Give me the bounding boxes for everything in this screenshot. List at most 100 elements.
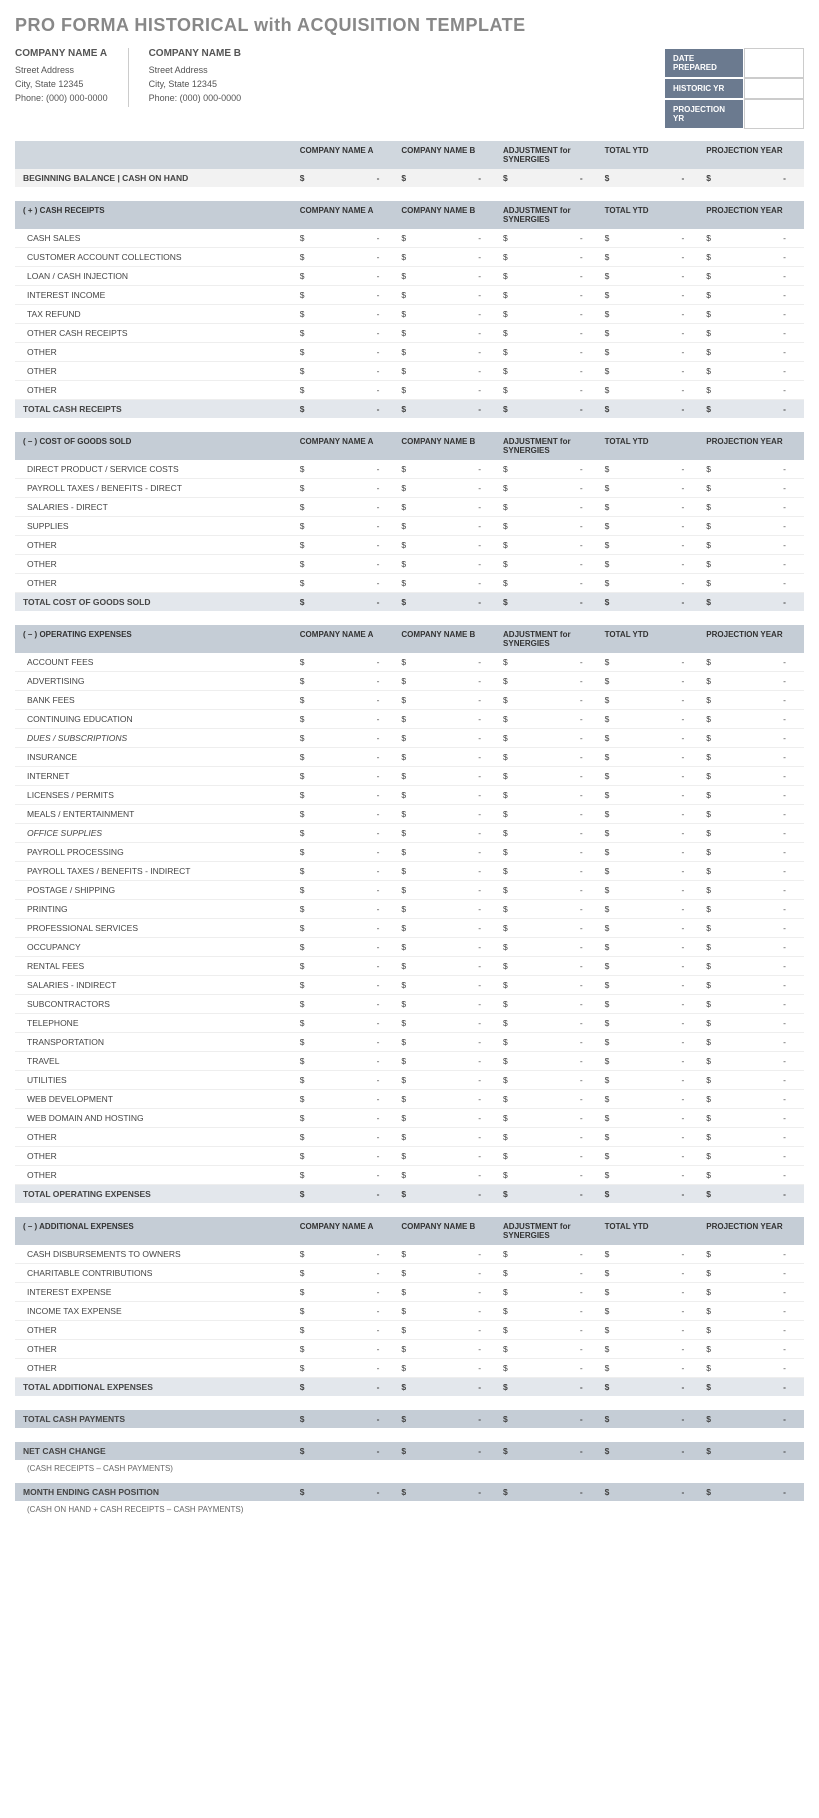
cell-value[interactable]: - xyxy=(614,362,702,381)
cell-value[interactable]: - xyxy=(512,957,600,976)
cell-value[interactable]: - xyxy=(716,938,804,957)
cell-value[interactable]: - xyxy=(309,786,397,805)
cell-value[interactable]: - xyxy=(411,1033,499,1052)
cell-value[interactable]: - xyxy=(309,957,397,976)
cell-value[interactable]: - xyxy=(716,1340,804,1359)
cell-value[interactable]: - xyxy=(614,1283,702,1302)
cell-value[interactable]: - xyxy=(512,1321,600,1340)
cell-value[interactable]: - xyxy=(309,691,397,710)
cell-value[interactable]: - xyxy=(411,1321,499,1340)
cell-value[interactable]: - xyxy=(512,1283,600,1302)
cell-value[interactable]: - xyxy=(512,1340,600,1359)
cell-value[interactable]: - xyxy=(411,1071,499,1090)
cell-value[interactable]: - xyxy=(512,574,600,593)
cell-value[interactable]: - xyxy=(512,248,600,267)
cell-value[interactable]: - xyxy=(614,691,702,710)
cell-value[interactable]: - xyxy=(512,1359,600,1378)
cell-value[interactable]: - xyxy=(716,1283,804,1302)
cell-value[interactable]: - xyxy=(309,1245,397,1264)
cell-value[interactable]: - xyxy=(309,362,397,381)
cell-value[interactable]: - xyxy=(716,748,804,767)
cell-value[interactable]: - xyxy=(411,1128,499,1147)
cell-value[interactable]: - xyxy=(309,1071,397,1090)
cell-value[interactable]: - xyxy=(716,1052,804,1071)
cell-value[interactable]: - xyxy=(309,1109,397,1128)
cell-value[interactable]: - xyxy=(411,1283,499,1302)
cell-value[interactable]: - xyxy=(716,229,804,248)
cell-value[interactable]: - xyxy=(716,729,804,748)
cell-value[interactable]: - xyxy=(716,957,804,976)
cell-value[interactable]: - xyxy=(716,672,804,691)
cell-value[interactable]: - xyxy=(411,343,499,362)
cell-value[interactable]: - xyxy=(309,381,397,400)
cell-value[interactable]: - xyxy=(512,1109,600,1128)
cell-value[interactable]: - xyxy=(716,517,804,536)
cell-value[interactable]: - xyxy=(614,536,702,555)
cell-value[interactable]: - xyxy=(512,691,600,710)
cell-value[interactable]: - xyxy=(614,748,702,767)
cell-value[interactable]: - xyxy=(309,1264,397,1283)
cell-value[interactable]: - xyxy=(614,517,702,536)
cell-value[interactable]: - xyxy=(614,305,702,324)
cell-value[interactable]: - xyxy=(411,843,499,862)
cell-value[interactable]: - xyxy=(512,460,600,479)
cell-value[interactable]: - xyxy=(614,229,702,248)
cell-value[interactable]: - xyxy=(411,767,499,786)
cell-value[interactable]: - xyxy=(614,1033,702,1052)
cell-value[interactable]: - xyxy=(512,881,600,900)
cell-value[interactable]: - xyxy=(309,305,397,324)
cell-value[interactable]: - xyxy=(716,995,804,1014)
cell-value[interactable]: - xyxy=(512,1166,600,1185)
date-prepared-input[interactable] xyxy=(744,48,804,78)
cell-value[interactable]: - xyxy=(716,1071,804,1090)
cell-value[interactable]: - xyxy=(411,305,499,324)
cell-value[interactable]: - xyxy=(614,767,702,786)
cell-value[interactable]: - xyxy=(614,1340,702,1359)
cell-value[interactable]: - xyxy=(309,1128,397,1147)
cell-value[interactable]: - xyxy=(411,938,499,957)
cell-value[interactable]: - xyxy=(614,286,702,305)
cell-value[interactable]: - xyxy=(512,1264,600,1283)
cell-value[interactable]: - xyxy=(309,536,397,555)
cell-value[interactable]: - xyxy=(411,1090,499,1109)
cell-value[interactable]: - xyxy=(614,672,702,691)
cell-value[interactable]: - xyxy=(411,691,499,710)
cell-value[interactable]: - xyxy=(512,995,600,1014)
cell-value[interactable]: - xyxy=(411,248,499,267)
cell-value[interactable]: - xyxy=(512,343,600,362)
cell-value[interactable]: - xyxy=(716,1359,804,1378)
cell-value[interactable]: - xyxy=(716,267,804,286)
cell-value[interactable]: - xyxy=(512,1052,600,1071)
cell-value[interactable]: - xyxy=(512,1090,600,1109)
cell-value[interactable]: - xyxy=(614,938,702,957)
cell-value[interactable]: - xyxy=(512,1302,600,1321)
cell-value[interactable]: - xyxy=(614,919,702,938)
cell-value[interactable]: - xyxy=(716,767,804,786)
cell-value[interactable]: - xyxy=(309,881,397,900)
cell-value[interactable]: - xyxy=(512,324,600,343)
cell-value[interactable]: - xyxy=(411,1302,499,1321)
cell-value[interactable]: - xyxy=(716,574,804,593)
cell-value[interactable]: - xyxy=(614,1090,702,1109)
cell-value[interactable]: - xyxy=(716,976,804,995)
cell-value[interactable]: - xyxy=(411,900,499,919)
cell-value[interactable]: - xyxy=(614,824,702,843)
cell-value[interactable]: - xyxy=(411,1166,499,1185)
cell-value[interactable]: - xyxy=(411,362,499,381)
cell-value[interactable]: - xyxy=(411,995,499,1014)
cell-value[interactable]: - xyxy=(411,672,499,691)
cell-value[interactable]: - xyxy=(614,324,702,343)
cell-value[interactable]: - xyxy=(309,729,397,748)
cell-value[interactable]: - xyxy=(716,824,804,843)
cell-value[interactable]: - xyxy=(614,976,702,995)
cell-value[interactable]: - xyxy=(512,517,600,536)
cell-value[interactable]: - xyxy=(512,843,600,862)
cell-value[interactable]: - xyxy=(614,995,702,1014)
cell-value[interactable]: - xyxy=(512,169,600,187)
cell-value[interactable]: - xyxy=(716,900,804,919)
cell-value[interactable]: - xyxy=(512,919,600,938)
cell-value[interactable]: - xyxy=(716,498,804,517)
cell-value[interactable]: - xyxy=(614,460,702,479)
cell-value[interactable]: - xyxy=(411,1264,499,1283)
cell-value[interactable]: - xyxy=(309,286,397,305)
